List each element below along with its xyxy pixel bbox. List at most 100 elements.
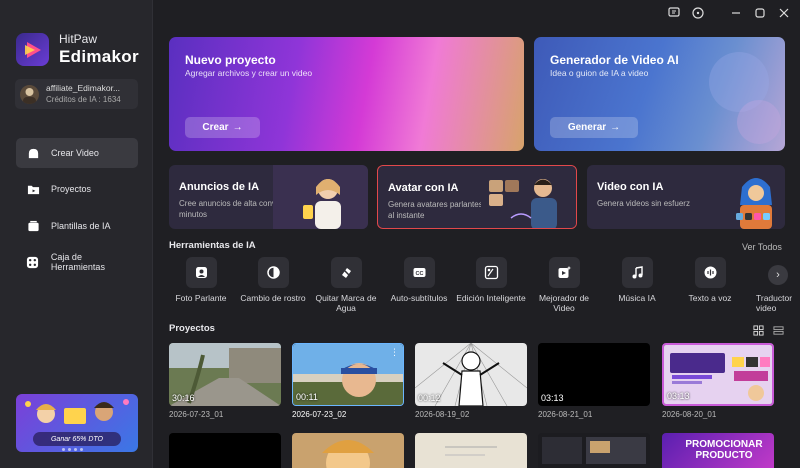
tool-label: Edición Inteligente [456, 293, 526, 303]
create-button[interactable]: Crear → [185, 117, 260, 138]
grid-view-icon[interactable] [752, 324, 764, 336]
ai-edit-icon [475, 257, 507, 288]
video-enhance-icon [548, 257, 580, 288]
music-icon [621, 257, 653, 288]
sidebar-item-crear-video[interactable]: Crear Video [16, 138, 138, 168]
ai-avatar-card[interactable]: Avatar con IA Genera avatares parlantes … [377, 165, 577, 229]
tool-auto-subtitulos[interactable]: CC Auto-subtítulos [384, 257, 454, 303]
brand-top: HitPaw [59, 32, 98, 46]
project-thumb-6[interactable] [169, 433, 281, 468]
logo-play-icon [24, 41, 41, 58]
tool-edicion-inteligente[interactable]: Edición Inteligente [456, 257, 526, 303]
project-name: 2026-08-21_01 [538, 410, 593, 419]
close-icon[interactable] [777, 6, 791, 20]
promo-thumb-text: PROMOCIONAR PRODUCTO [685, 439, 763, 461]
hero-title: Generador de Video AI [550, 53, 679, 67]
projects-section-title: Proyectos [169, 323, 215, 334]
tool-texto-voz[interactable]: Texto a voz [675, 257, 745, 303]
see-all-link[interactable]: Ver Todos [742, 242, 782, 252]
account-panel[interactable]: affiliate_Edimakor... Créditos de IA : 1… [15, 79, 138, 109]
sidebar: HitPaw Edimakor affiliate_Edimakor... Cr… [0, 0, 153, 468]
tool-foto-parlante[interactable]: Foto Parlante [166, 257, 236, 303]
sidebar-item-label: Caja de Herramientas [50, 252, 105, 272]
project-thumb-1[interactable]: 30:16 [169, 343, 281, 406]
tool-label: Texto a voz [688, 293, 732, 303]
create-button-label: Crear [202, 122, 229, 133]
toolbox-icon [26, 255, 40, 269]
brand-name: Edimakor [59, 47, 139, 66]
project-thumb-9[interactable] [538, 433, 650, 468]
tools-next-button[interactable]: › [768, 265, 788, 285]
tool-musica-ia[interactable]: Música IA [602, 257, 672, 303]
sidebar-item-caja-herramientas[interactable]: Caja de Herramientas [16, 247, 138, 277]
tool-label: Mejorador de Video [538, 293, 590, 313]
promo-carousel-dots[interactable] [62, 448, 83, 451]
sidebar-item-proyectos[interactable]: Proyectos [16, 174, 138, 204]
project-name: 2026-08-19_02 [415, 410, 470, 419]
tool-label: Foto Parlante [175, 293, 227, 303]
tool-label: Traductor video [756, 293, 793, 313]
avatar [20, 85, 39, 104]
project-thumb-4[interactable]: 03:13 [538, 343, 650, 406]
sidebar-item-label: Crear Video [51, 148, 99, 158]
tool-label: Música IA [618, 293, 656, 303]
project-duration: 03:13 [541, 393, 564, 403]
feature-title: Avatar con IA [388, 182, 459, 194]
hero-title: Nuevo proyecto [185, 53, 276, 67]
ai-ads-card[interactable]: Anuncios de IA Cree anuncios de alta con… [169, 165, 368, 229]
arrow-right-icon: → [232, 122, 243, 133]
project-duration: 30:16 [172, 393, 195, 403]
face-swap-icon [257, 257, 289, 288]
generate-button[interactable]: Generar → [550, 117, 638, 138]
ai-video-generator-card[interactable]: Generador de Video AI Idea o guion de IA… [534, 37, 785, 151]
app-logo [16, 33, 49, 66]
project-name: 2026-07-23_02 [292, 410, 347, 419]
generate-button-label: Generar [567, 122, 607, 133]
sidebar-item-plantillas[interactable]: Plantillas de IA [16, 211, 138, 241]
project-thumb-8[interactable] [415, 433, 527, 468]
promo-banner[interactable]: Ganar 65% DTO [16, 394, 138, 452]
info-icon[interactable] [691, 6, 705, 20]
ai-video-art-icon [690, 165, 785, 229]
project-thumb-5[interactable]: 03:13 [662, 343, 774, 406]
template-icon [26, 219, 40, 233]
project-thumb-7[interactable] [292, 433, 404, 468]
project-duration: 03:13 [667, 391, 690, 401]
feedback-icon[interactable] [667, 6, 681, 20]
sidebar-item-label: Plantillas de IA [51, 221, 111, 231]
tool-cambio-rostro[interactable]: Cambio de rostro [238, 257, 308, 303]
project-thumb-3[interactable]: 00:12 [415, 343, 527, 406]
hero-subtitle: Idea o guion de IA a video [550, 68, 649, 78]
sidebar-item-label: Proyectos [51, 184, 92, 194]
project-thumb-10[interactable]: PROMOCIONAR PRODUCTO [662, 433, 774, 468]
chevron-right-icon: › [776, 269, 780, 281]
tool-mejorador-video[interactable]: Mejorador de Video [529, 257, 599, 313]
project-thumb-2[interactable]: 00:11 ⋮ [292, 343, 404, 406]
minimize-icon[interactable] [729, 6, 743, 20]
folder-icon [26, 182, 40, 196]
arrow-right-icon: → [610, 122, 621, 133]
paper-note-icon [445, 446, 497, 456]
tool-quitar-marca[interactable]: Quitar Marca de Agua [311, 257, 381, 313]
feature-title: Video con IA [597, 181, 664, 193]
portrait-icon [185, 257, 217, 288]
more-options-icon[interactable]: ⋮ [390, 347, 399, 358]
new-project-card[interactable]: Nuevo proyecto Agregar archivos y crear … [169, 37, 524, 151]
hero-subtitle: Agregar archivos y crear un video [185, 68, 313, 78]
tts-icon [694, 257, 726, 288]
tool-label: Auto-subtítulos [390, 293, 448, 303]
tool-label: Cambio de rostro [240, 293, 306, 303]
promo-discount-button[interactable]: Ganar 65% DTO [33, 432, 121, 446]
home-icon [26, 146, 40, 160]
cartoon-face-icon [322, 440, 374, 468]
tool-label: Quitar Marca de Agua [315, 293, 377, 313]
account-name: affiliate_Edimakor... [46, 83, 121, 93]
ad-presenter-icon [273, 165, 368, 229]
list-view-icon[interactable] [772, 324, 784, 336]
project-name: 2026-08-20_01 [662, 410, 717, 419]
maximize-icon[interactable] [753, 6, 767, 20]
ai-video-card[interactable]: Video con IA Genera videos sin esfuerzo … [587, 165, 785, 229]
svg-text:CC: CC [415, 271, 423, 277]
project-duration: 00:11 [296, 392, 318, 402]
cc-icon: CC [403, 257, 435, 288]
